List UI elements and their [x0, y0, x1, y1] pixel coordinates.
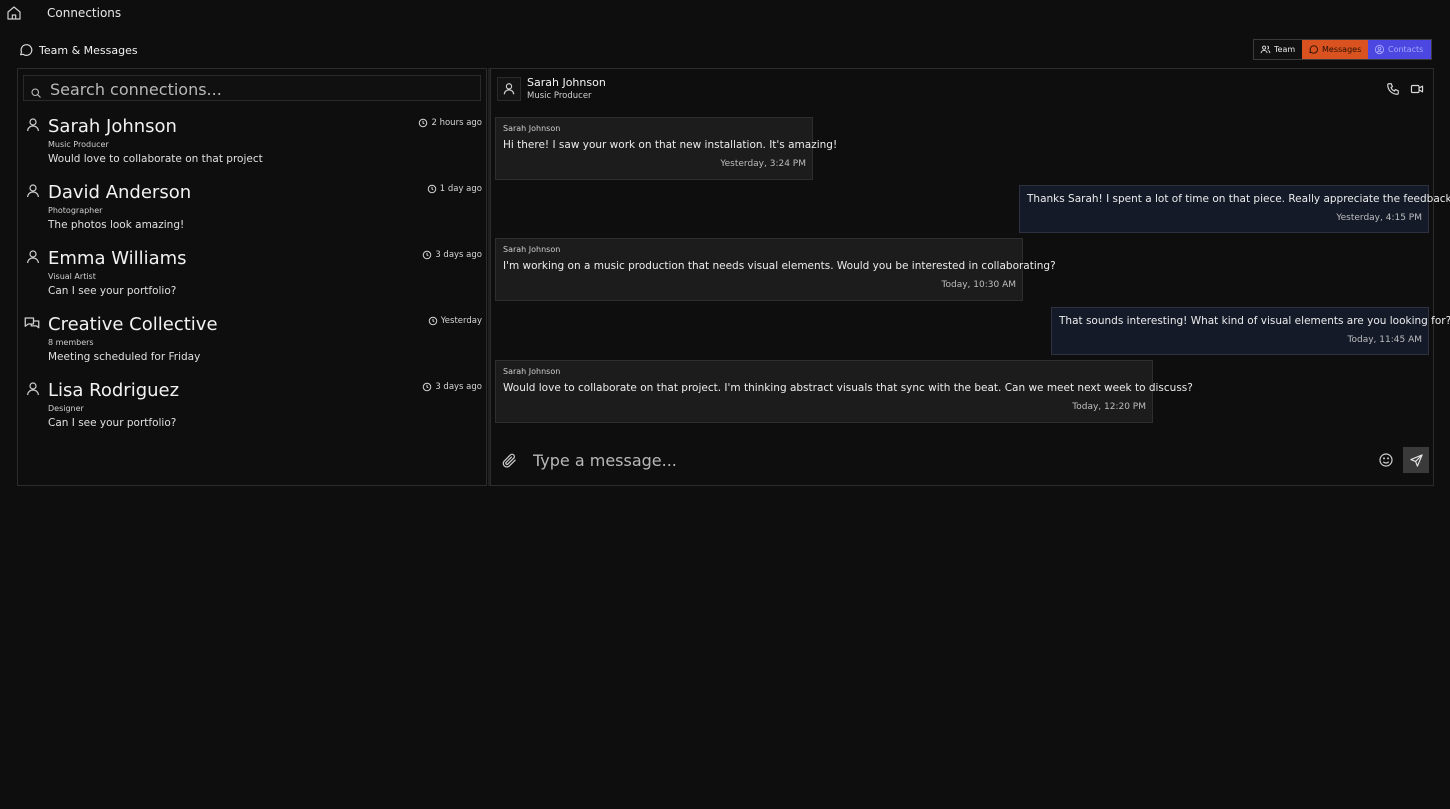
user-icon [25, 381, 41, 397]
section-title: Team & Messages [39, 43, 138, 57]
contact-time-text: 2 hours ago [431, 118, 482, 128]
users-icon [1260, 44, 1271, 55]
contact-role: Photographer [48, 206, 103, 215]
clock-icon [428, 316, 438, 326]
video-icon[interactable] [1410, 82, 1424, 96]
contact-name: Creative Collective [48, 314, 218, 335]
chat-contact-name: Sarah Johnson [527, 76, 606, 89]
message-input[interactable] [531, 445, 1355, 475]
search-icon [30, 87, 42, 99]
contact-name: Emma Williams [48, 248, 187, 269]
tab-messages[interactable]: Messages [1302, 40, 1368, 59]
tab-messages-label: Messages [1322, 45, 1362, 54]
contact-item-emma-williams[interactable]: Emma Williams Visual Artist Can I see yo… [18, 248, 486, 310]
message-outgoing: That sounds interesting! What kind of vi… [1051, 307, 1450, 355]
section-header: Team & Messages [18, 41, 138, 59]
contact-item-david-anderson[interactable]: David Anderson Photographer The photos l… [18, 182, 486, 244]
top-bar: Connections [0, 0, 1450, 28]
message-text: Would love to collaborate on that projec… [503, 382, 1193, 394]
contact-preview: Would love to collaborate on that projec… [48, 153, 263, 165]
message-time: Today, 12:20 PM [1072, 402, 1146, 412]
user-icon [25, 117, 41, 133]
message-text: I'm working on a music production that n… [503, 260, 1056, 272]
message-sender: Sarah Johnson [503, 245, 561, 254]
contact-time: 3 days ago [422, 250, 482, 260]
message-time: Today, 11:45 AM [1347, 335, 1422, 345]
contact-time-text: 3 days ago [435, 250, 482, 260]
message-sender: Sarah Johnson [503, 367, 561, 376]
emoji-icon[interactable] [1378, 452, 1394, 468]
contact-time-text: 3 days ago [435, 382, 482, 392]
paperclip-icon[interactable] [501, 452, 518, 469]
contact-role: 8 members [48, 338, 94, 347]
contact-time: Yesterday [428, 316, 482, 326]
clock-icon [422, 250, 432, 260]
contact-time-text: 1 day ago [439, 184, 482, 194]
compose-bar [491, 439, 1433, 485]
message-outgoing: Thanks Sarah! I spent a lot of time on t… [1019, 185, 1450, 233]
message-incoming: Sarah Johnson Would love to collaborate … [495, 360, 1193, 423]
message-time: Yesterday, 4:15 PM [1336, 213, 1422, 223]
contact-role: Music Producer [48, 140, 109, 149]
app-title: Connections [47, 6, 122, 20]
user-icon [25, 249, 41, 265]
contact-item-sarah-johnson[interactable]: Sarah Johnson Music Producer Would love … [18, 116, 486, 178]
message-text: Thanks Sarah! I spent a lot of time on t… [1027, 193, 1450, 205]
contact-item-creative-collective[interactable]: Creative Collective 8 members Meeting sc… [18, 314, 486, 376]
message-icon [1308, 44, 1319, 55]
message-text: That sounds interesting! What kind of vi… [1059, 315, 1450, 327]
group-chat-icon [23, 315, 41, 333]
contact-time: 2 hours ago [418, 118, 482, 128]
user-icon [25, 183, 41, 199]
chat-contact-role: Music Producer [527, 91, 592, 101]
contact-preview: The photos look amazing! [48, 219, 185, 231]
contact-item-lisa-rodriguez[interactable]: Lisa Rodriguez Designer Can I see your p… [18, 380, 486, 442]
clock-icon [422, 382, 432, 392]
message-text: Hi there! I saw your work on that new in… [503, 139, 838, 151]
send-button[interactable] [1403, 447, 1429, 473]
contact-name: David Anderson [48, 182, 192, 203]
message-time: Yesterday, 3:24 PM [720, 159, 806, 169]
home-icon[interactable] [6, 5, 22, 21]
tab-team[interactable]: Team [1254, 40, 1302, 59]
chat-panel: Sarah Johnson Music Producer Sarah Johns… [490, 68, 1450, 486]
contact-name: Lisa Rodriguez [48, 380, 180, 401]
contacts-icon [1374, 44, 1385, 55]
search-input[interactable] [48, 76, 472, 102]
connections-panel: Sarah Johnson Music Producer Would love … [17, 68, 487, 486]
tab-team-label: Team [1274, 45, 1296, 54]
tab-contacts[interactable]: Contacts [1368, 40, 1431, 59]
contact-preview: Meeting scheduled for Friday [48, 351, 201, 363]
user-icon [502, 82, 516, 96]
tab-contacts-label: Contacts [1388, 45, 1424, 54]
message-circle-icon [18, 42, 34, 58]
phone-icon[interactable] [1386, 82, 1400, 96]
chat-avatar [497, 77, 521, 101]
view-tabs: Team Messages Contacts [1253, 39, 1432, 60]
message-sender: Sarah Johnson [503, 124, 561, 133]
clock-icon [418, 118, 428, 128]
contact-time: 3 days ago [422, 382, 482, 392]
message-incoming: Sarah Johnson Hi there! I saw your work … [495, 117, 837, 180]
clock-icon [427, 184, 437, 194]
message-time: Today, 10:30 AM [941, 280, 1016, 290]
contact-role: Visual Artist [48, 272, 96, 281]
message-incoming: Sarah Johnson I'm working on a music pro… [495, 238, 1056, 301]
search-box [23, 75, 481, 102]
contact-preview: Can I see your portfolio? [48, 285, 177, 297]
contact-time: 1 day ago [427, 184, 482, 194]
contact-name: Sarah Johnson [48, 116, 177, 137]
contact-preview: Can I see your portfolio? [48, 417, 177, 429]
contact-time-text: Yesterday [440, 316, 482, 326]
send-icon [1409, 453, 1424, 468]
contact-role: Designer [48, 404, 84, 413]
